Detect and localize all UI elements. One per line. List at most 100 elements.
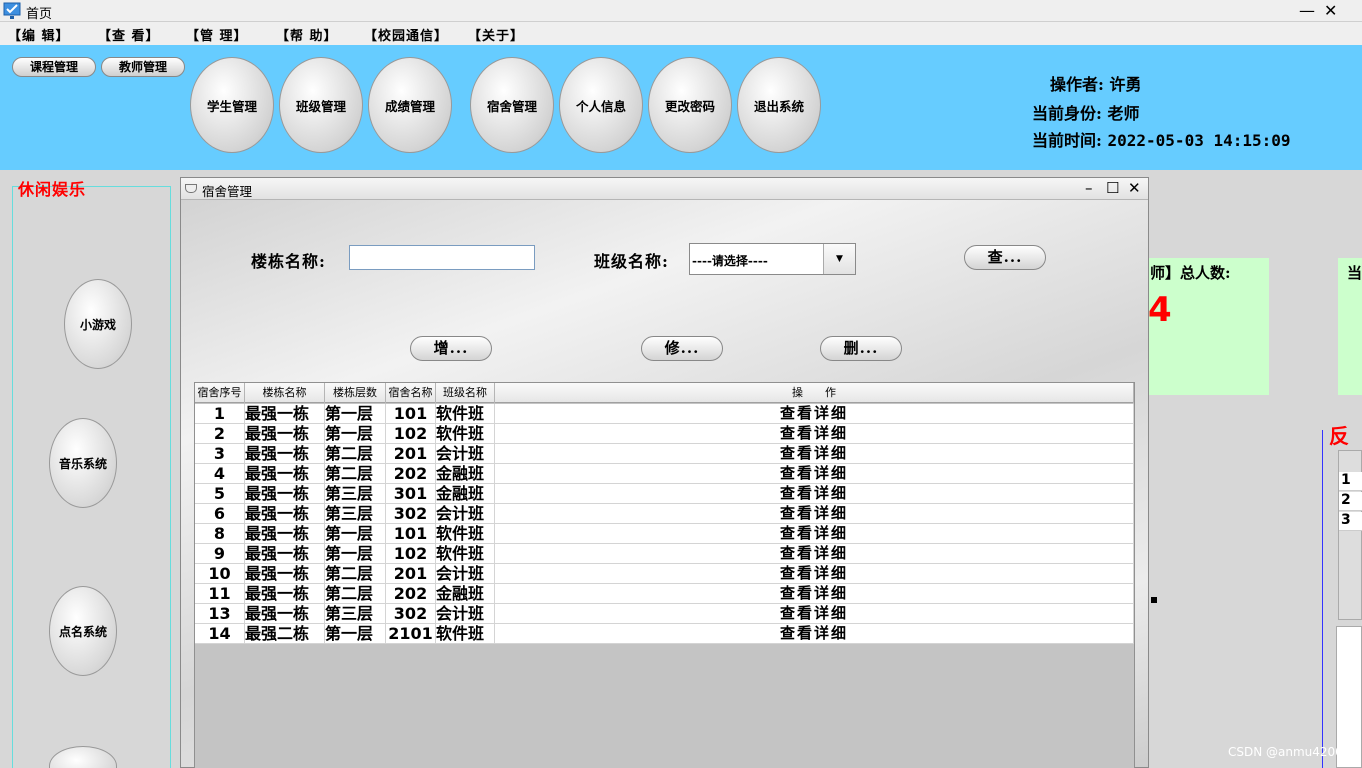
building-name-cell: 最强一栋 xyxy=(245,464,325,484)
column-header[interactable]: 楼栋名称 xyxy=(245,383,325,403)
feedback-row[interactable]: 2 xyxy=(1339,492,1362,511)
view-detail-link[interactable]: 查看详细 xyxy=(495,444,1134,464)
table-row[interactable]: 14 最强二栋 第一层 2101 软件班 查看详细 xyxy=(195,624,1134,644)
change-password-button[interactable]: 更改密码 xyxy=(648,57,732,153)
close-icon[interactable]: ✕ xyxy=(1128,179,1141,197)
operator-label: 操作者: xyxy=(1050,75,1104,94)
course-management-button[interactable]: 课程管理 xyxy=(12,57,96,77)
maximize-icon[interactable]: ☐ xyxy=(1106,179,1119,197)
column-header[interactable]: 班级名称 xyxy=(436,383,495,403)
class-select-value: ----请选择---- xyxy=(692,254,768,268)
table-header: 宿舍序号 楼栋名称 楼栋层数 宿舍名称 班级名称 操 作 xyxy=(195,383,1134,403)
view-detail-link[interactable]: 查看详细 xyxy=(495,584,1134,604)
feedback-row[interactable]: 3 xyxy=(1339,512,1362,531)
delete-button[interactable]: 删... xyxy=(820,336,902,361)
building-name-input[interactable] xyxy=(349,245,535,270)
table-row[interactable]: 10 最强一栋 第二层 201 会计班 查看详细 xyxy=(195,564,1134,584)
class-name-cell: 会计班 xyxy=(436,444,495,464)
table-row[interactable]: 2 最强一栋 第一层 102 软件班 查看详细 xyxy=(195,424,1134,444)
view-detail-link[interactable]: 查看详细 xyxy=(495,424,1134,444)
marker-dot xyxy=(1151,597,1157,603)
class-name-cell: 金融班 xyxy=(436,484,495,504)
menu-view[interactable]: 【查 看】 xyxy=(98,25,160,44)
view-detail-link[interactable]: 查看详细 xyxy=(495,544,1134,564)
view-detail-link[interactable]: 查看详细 xyxy=(495,504,1134,524)
dorm-name-cell: 301 xyxy=(386,484,436,504)
dorm-number-cell: 14 xyxy=(195,624,245,644)
dorm-table: 宿舍序号 楼栋名称 楼栋层数 宿舍名称 班级名称 操 作 1 最强一栋 第一层 101… xyxy=(194,382,1135,768)
stat-label: 师】总人数: xyxy=(1150,264,1231,282)
class-name-select[interactable]: ----请选择---- ▼ xyxy=(689,243,856,275)
exit-system-button[interactable]: 退出系统 xyxy=(737,57,821,153)
window-titlebar: 首页 — ✕ xyxy=(0,0,1362,22)
class-name-cell: 软件班 xyxy=(436,624,495,644)
dorm-window-titlebar: 宿舍管理 – ☐ ✕ xyxy=(181,178,1148,200)
operator-value: 许勇 xyxy=(1109,75,1142,94)
dorm-name-cell: 101 xyxy=(386,404,436,424)
class-name-cell: 软件班 xyxy=(436,424,495,444)
class-name-cell: 金融班 xyxy=(436,584,495,604)
mini-game-button[interactable]: 小游戏 xyxy=(64,279,132,369)
search-button[interactable]: 查... xyxy=(964,245,1046,270)
grade-management-button[interactable]: 成绩管理 xyxy=(368,57,452,153)
chevron-down-icon[interactable]: ▼ xyxy=(823,244,855,274)
view-detail-link[interactable]: 查看详细 xyxy=(495,404,1134,424)
view-detail-link[interactable]: 查看详细 xyxy=(495,464,1134,484)
class-management-button[interactable]: 班级管理 xyxy=(279,57,363,153)
table-row[interactable]: 13 最强一栋 第三层 302 会计班 查看详细 xyxy=(195,604,1134,624)
role-label: 当前身份: xyxy=(1032,104,1102,123)
building-name-cell: 最强一栋 xyxy=(245,424,325,444)
add-button[interactable]: 增... xyxy=(410,336,492,361)
dorm-name-cell: 2101 xyxy=(386,624,436,644)
floor-cell: 第一层 xyxy=(325,524,386,544)
table-row[interactable]: 5 最强一栋 第三层 301 金融班 查看详细 xyxy=(195,484,1134,504)
menu-edit[interactable]: 【编 辑】 xyxy=(8,25,70,44)
column-header[interactable]: 操 作 xyxy=(495,383,1134,403)
building-name-cell: 最强一栋 xyxy=(245,604,325,624)
personal-info-button[interactable]: 个人信息 xyxy=(559,57,643,153)
table-row[interactable]: 1 最强一栋 第一层 101 软件班 查看详细 xyxy=(195,404,1134,424)
building-name-label: 楼栋名称: xyxy=(251,252,326,271)
building-name-cell: 最强一栋 xyxy=(245,524,325,544)
role-info: 当前身份: 老师 xyxy=(1032,100,1140,124)
menu-campus-communication[interactable]: 【校园通信】 xyxy=(364,25,448,44)
music-system-button[interactable]: 音乐系统 xyxy=(49,418,117,508)
floor-cell: 第二层 xyxy=(325,584,386,604)
view-detail-link[interactable]: 查看详细 xyxy=(495,484,1134,504)
dorm-number-cell: 10 xyxy=(195,564,245,584)
table-row[interactable]: 11 最强一栋 第二层 202 金融班 查看详细 xyxy=(195,584,1134,604)
class-name-cell: 会计班 xyxy=(436,564,495,584)
table-row[interactable]: 4 最强一栋 第二层 202 金融班 查看详细 xyxy=(195,464,1134,484)
minimize-icon[interactable]: — xyxy=(1299,1,1315,20)
window-icon xyxy=(185,184,197,193)
menu-manage[interactable]: 【管 理】 xyxy=(186,25,248,44)
table-row[interactable]: 6 最强一栋 第三层 302 会计班 查看详细 xyxy=(195,504,1134,524)
roll-call-button[interactable]: 点名系统 xyxy=(49,586,117,676)
dorm-management-button[interactable]: 宿舍管理 xyxy=(470,57,554,153)
teacher-management-button[interactable]: 教师管理 xyxy=(101,57,185,77)
feedback-row[interactable]: 1 xyxy=(1339,472,1362,491)
minimize-icon[interactable]: – xyxy=(1085,179,1093,197)
table-row[interactable]: 3 最强一栋 第二层 201 会计班 查看详细 xyxy=(195,444,1134,464)
close-icon[interactable]: ✕ xyxy=(1324,1,1337,20)
class-name-cell: 会计班 xyxy=(436,504,495,524)
operator-info: 操作者: 许勇 xyxy=(1050,71,1142,95)
menu-bar: 【编 辑】 【查 看】 【管 理】 【帮 助】 【校园通信】 【关于】 xyxy=(0,22,1362,45)
table-row[interactable]: 9 最强一栋 第一层 102 软件班 查看详细 xyxy=(195,544,1134,564)
view-detail-link[interactable]: 查看详细 xyxy=(495,604,1134,624)
table-row[interactable]: 8 最强一栋 第一层 101 软件班 查看详细 xyxy=(195,524,1134,544)
building-name-cell: 最强二栋 xyxy=(245,624,325,644)
dorm-number-cell: 5 xyxy=(195,484,245,504)
column-header[interactable]: 宿舍序号 xyxy=(195,383,245,403)
view-detail-link[interactable]: 查看详细 xyxy=(495,524,1134,544)
menu-help[interactable]: 【帮 助】 xyxy=(276,25,338,44)
column-header[interactable]: 楼栋层数 xyxy=(325,383,386,403)
dorm-name-cell: 202 xyxy=(386,584,436,604)
view-detail-link[interactable]: 查看详细 xyxy=(495,564,1134,584)
student-management-button[interactable]: 学生管理 xyxy=(190,57,274,153)
edit-button[interactable]: 修... xyxy=(641,336,723,361)
column-header[interactable]: 宿舍名称 xyxy=(386,383,436,403)
view-detail-link[interactable]: 查看详细 xyxy=(495,624,1134,644)
building-name-cell: 最强一栋 xyxy=(245,564,325,584)
menu-about[interactable]: 【关于】 xyxy=(468,25,524,44)
